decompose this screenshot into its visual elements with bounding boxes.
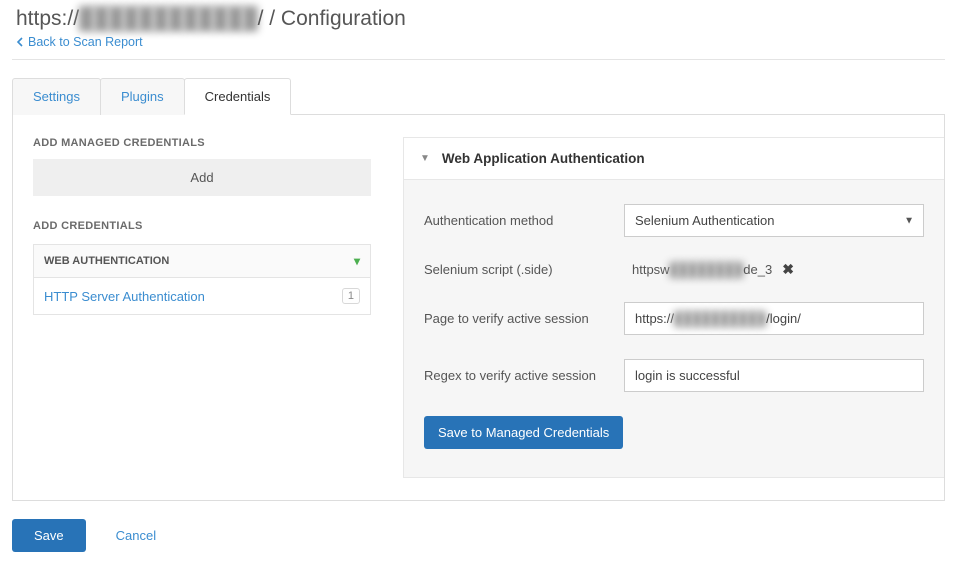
tab-plugins[interactable]: Plugins <box>100 78 185 115</box>
verify-page-input[interactable]: https://██████████/login/ <box>624 302 924 335</box>
credential-type-label: HTTP Server Authentication <box>44 289 205 304</box>
regex-label: Regex to verify active session <box>424 368 624 383</box>
header-divider <box>12 59 945 60</box>
regex-input[interactable] <box>624 359 924 392</box>
credential-count-badge: 1 <box>342 288 360 304</box>
save-to-managed-credentials-button[interactable]: Save to Managed Credentials <box>424 416 623 449</box>
tab-credentials[interactable]: Credentials <box>184 78 292 115</box>
add-managed-credentials-caption: ADD MANAGED CREDENTIALS <box>33 137 371 149</box>
tab-bar: Settings Plugins Credentials <box>12 78 945 115</box>
panel-credentials: ADD MANAGED CREDENTIALS Add ADD CREDENTI… <box>12 114 945 501</box>
verify-page-label: Page to verify active session <box>424 311 624 326</box>
remove-file-icon[interactable]: ✖ <box>782 261 794 278</box>
auth-method-select[interactable]: Selenium Authentication ▼ <box>624 204 924 237</box>
auth-method-value: Selenium Authentication <box>624 204 924 237</box>
selenium-script-label: Selenium script (.side) <box>424 262 624 277</box>
add-credentials-caption: ADD CREDENTIALS <box>33 220 371 232</box>
credential-type-http-server-auth[interactable]: HTTP Server Authentication 1 <box>33 278 371 315</box>
category-web-authentication[interactable]: WEB AUTHENTICATION ▾ <box>33 244 371 278</box>
collapse-triangle-icon: ▼ <box>420 153 430 164</box>
selenium-script-file: httpsw████████de_3 ✖ <box>624 261 924 278</box>
page-title: https://████████████/ / Configuration <box>16 7 945 31</box>
add-managed-credential-button[interactable]: Add <box>33 159 371 196</box>
chevron-left-icon <box>16 37 24 47</box>
category-label: WEB AUTHENTICATION <box>44 255 169 267</box>
credential-form: ▼ Web Application Authentication Authent… <box>403 137 944 478</box>
form-title: Web Application Authentication <box>442 151 645 166</box>
chevron-down-icon: ▾ <box>354 254 360 268</box>
auth-method-label: Authentication method <box>424 213 624 228</box>
tab-settings[interactable]: Settings <box>12 78 101 115</box>
form-header[interactable]: ▼ Web Application Authentication <box>404 138 944 180</box>
back-to-scan-report-link[interactable]: Back to Scan Report <box>16 35 945 49</box>
